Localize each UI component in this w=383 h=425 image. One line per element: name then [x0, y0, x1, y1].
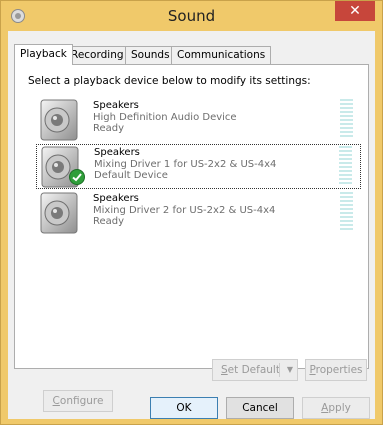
tab-sounds[interactable]: Sounds: [125, 46, 176, 64]
apply-button[interactable]: Apply: [302, 397, 370, 419]
device-name: Speakers: [93, 193, 139, 204]
window-title: Sound: [167, 7, 216, 25]
close-button[interactable]: ✕: [335, 1, 375, 21]
cancel-button[interactable]: Cancel: [226, 397, 294, 419]
device-item[interactable]: Speakers High Definition Audio Device Re…: [36, 98, 361, 143]
level-meter-icon: [340, 192, 353, 230]
set-default-button[interactable]: Set Default ▼: [212, 359, 298, 381]
tab-recording[interactable]: Recording: [65, 46, 130, 64]
device-item-selected[interactable]: Speakers Mixing Driver 1 for US-2x2 & US…: [36, 144, 361, 189]
configure-button[interactable]: Configure: [43, 390, 113, 412]
speaker-icon: [40, 99, 78, 141]
device-name: Speakers: [93, 100, 139, 111]
device-status: Ready: [93, 216, 125, 227]
tab-playback[interactable]: Playback: [14, 44, 73, 65]
device-info: Speakers Mixing Driver 1 for US-2x2 & US…: [94, 147, 276, 182]
level-meter-icon: [340, 99, 353, 137]
dialog-client-area: Playback Recording Sounds Communications…: [8, 31, 375, 419]
device-description: High Definition Audio Device: [93, 111, 237, 123]
device-name: Speakers: [94, 147, 140, 158]
device-info: Speakers High Definition Audio Device Re…: [93, 100, 237, 135]
chevron-down-icon[interactable]: ▼: [287, 360, 293, 380]
instruction-text: Select a playback device below to modify…: [28, 75, 311, 87]
sound-window: Sound ✕ Playback Recording Sounds Commun…: [0, 0, 383, 425]
properties-button[interactable]: Properties: [305, 359, 367, 381]
device-status: Ready: [93, 123, 125, 134]
ok-button[interactable]: OK: [150, 397, 218, 419]
speaker-icon: [40, 192, 78, 234]
device-description: Mixing Driver 1 for US-2x2 & US-4x4: [94, 158, 277, 170]
checkmark-icon: [69, 169, 85, 185]
level-meter-icon: [339, 146, 352, 184]
playback-panel: Select a playback device below to modify…: [14, 64, 369, 412]
device-list[interactable]: Speakers High Definition Audio Device Re…: [36, 98, 361, 313]
split-divider: [279, 363, 280, 377]
device-item[interactable]: Speakers Mixing Driver 2 for US-2x2 & US…: [36, 191, 361, 236]
device-description: Mixing Driver 2 for US-2x2 & US-4x4: [93, 204, 276, 216]
title-bar[interactable]: Sound ✕: [1, 1, 382, 31]
device-status: Default Device: [94, 170, 168, 181]
tab-communications[interactable]: Communications: [171, 46, 272, 64]
device-info: Speakers Mixing Driver 2 for US-2x2 & US…: [93, 193, 275, 228]
